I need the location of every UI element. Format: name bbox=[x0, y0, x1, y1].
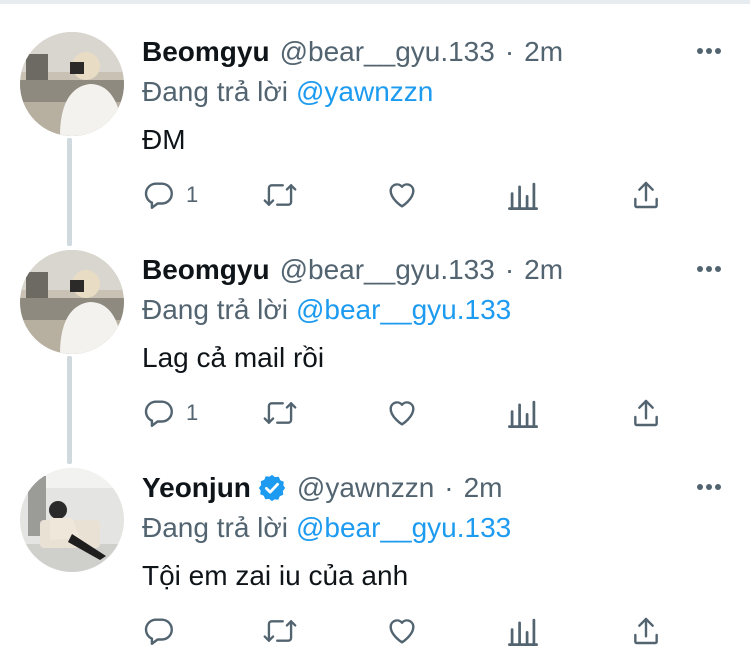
share-button[interactable] bbox=[630, 178, 662, 212]
retweet-button[interactable] bbox=[262, 396, 298, 430]
retweet-icon bbox=[262, 178, 298, 212]
share-icon bbox=[630, 396, 662, 430]
tweet-actions: 1 bbox=[0, 396, 750, 430]
tweet-header: Beomgyu @bear__gyu.133 · 2m bbox=[142, 250, 563, 290]
display-name[interactable]: Beomgyu bbox=[142, 36, 270, 68]
reply-button[interactable]: 1 bbox=[142, 396, 198, 430]
reply-button[interactable]: 1 bbox=[142, 178, 198, 212]
tweet-header: Yeonjun @yawnzzn · 2m bbox=[142, 468, 503, 508]
analytics-button[interactable] bbox=[508, 614, 538, 648]
reply-icon bbox=[142, 396, 176, 430]
user-handle[interactable]: @bear__gyu.133 bbox=[280, 254, 495, 286]
tweet[interactable]: Beomgyu @bear__gyu.133 · 2m Đang trả lời… bbox=[0, 250, 750, 440]
replying-to: Đang trả lời @yawnzzn bbox=[142, 72, 433, 112]
display-name[interactable]: Yeonjun bbox=[142, 472, 251, 504]
more-icon[interactable] bbox=[694, 254, 724, 284]
beomgyu-avatar-image bbox=[20, 250, 124, 354]
top-divider bbox=[0, 0, 750, 4]
like-icon bbox=[385, 614, 419, 648]
tweet-actions: 1 bbox=[0, 178, 750, 212]
replying-to-label: Đang trả lời bbox=[142, 76, 288, 107]
replying-to-label: Đang trả lời bbox=[142, 512, 288, 543]
separator: · bbox=[504, 254, 515, 285]
timestamp[interactable]: 2m bbox=[524, 254, 563, 286]
reply-count: 1 bbox=[186, 182, 199, 207]
reply-button[interactable] bbox=[142, 614, 186, 648]
retweet-button[interactable] bbox=[262, 178, 298, 212]
user-handle[interactable]: @bear__gyu.133 bbox=[280, 36, 495, 68]
timestamp[interactable]: 2m bbox=[464, 472, 503, 504]
avatar[interactable] bbox=[20, 468, 124, 572]
avatar[interactable] bbox=[20, 32, 124, 136]
tweet[interactable]: Beomgyu @bear__gyu.133 · 2m Đang trả lời… bbox=[0, 32, 750, 222]
replying-to: Đang trả lời @bear__gyu.133 bbox=[142, 508, 511, 548]
retweet-button[interactable] bbox=[262, 614, 298, 648]
reply-icon bbox=[142, 178, 176, 212]
user-handle[interactable]: @yawnzzn bbox=[297, 472, 434, 504]
share-button[interactable] bbox=[630, 614, 662, 648]
separator: · bbox=[444, 472, 454, 503]
analytics-icon bbox=[508, 614, 538, 648]
like-icon bbox=[385, 178, 419, 212]
timestamp[interactable]: 2m bbox=[524, 36, 563, 68]
tweet-actions bbox=[0, 614, 750, 648]
analytics-icon bbox=[508, 396, 538, 430]
display-name[interactable]: Beomgyu bbox=[142, 254, 270, 286]
tweet-text: ĐM bbox=[142, 124, 186, 155]
like-button[interactable] bbox=[385, 396, 419, 430]
yeonjun-avatar-image bbox=[20, 468, 124, 572]
share-icon bbox=[630, 178, 662, 212]
more-icon[interactable] bbox=[694, 472, 724, 502]
verified-badge-icon bbox=[257, 473, 287, 503]
avatar[interactable] bbox=[20, 250, 124, 354]
tweet-text: Lag cả mail rồi bbox=[142, 342, 325, 373]
analytics-button[interactable] bbox=[508, 396, 538, 430]
replying-to-label: Đang trả lời bbox=[142, 294, 288, 325]
analytics-icon bbox=[508, 178, 538, 212]
tweet-text: Tội em zai iu của anh bbox=[142, 560, 409, 591]
tweet-header: Beomgyu @bear__gyu.133 · 2m bbox=[142, 32, 563, 72]
mention-link[interactable]: @bear__gyu.133 bbox=[296, 294, 511, 326]
mention-link[interactable]: @yawnzzn bbox=[296, 76, 433, 108]
like-button[interactable] bbox=[385, 178, 419, 212]
reply-icon bbox=[142, 614, 176, 648]
retweet-icon bbox=[262, 614, 298, 648]
retweet-icon bbox=[262, 396, 298, 430]
tweet[interactable]: Yeonjun @yawnzzn · 2m Đang trả lời @bear… bbox=[0, 468, 750, 658]
more-icon[interactable] bbox=[694, 36, 724, 66]
share-button[interactable] bbox=[630, 396, 662, 430]
like-icon bbox=[385, 396, 419, 430]
analytics-button[interactable] bbox=[508, 178, 538, 212]
separator: · bbox=[504, 36, 515, 67]
reply-count: 1 bbox=[186, 400, 199, 425]
like-button[interactable] bbox=[385, 614, 419, 648]
replying-to: Đang trả lời @bear__gyu.133 bbox=[142, 290, 511, 330]
share-icon bbox=[630, 614, 662, 648]
beomgyu-avatar-image bbox=[20, 32, 124, 136]
mention-link[interactable]: @bear__gyu.133 bbox=[296, 512, 511, 544]
